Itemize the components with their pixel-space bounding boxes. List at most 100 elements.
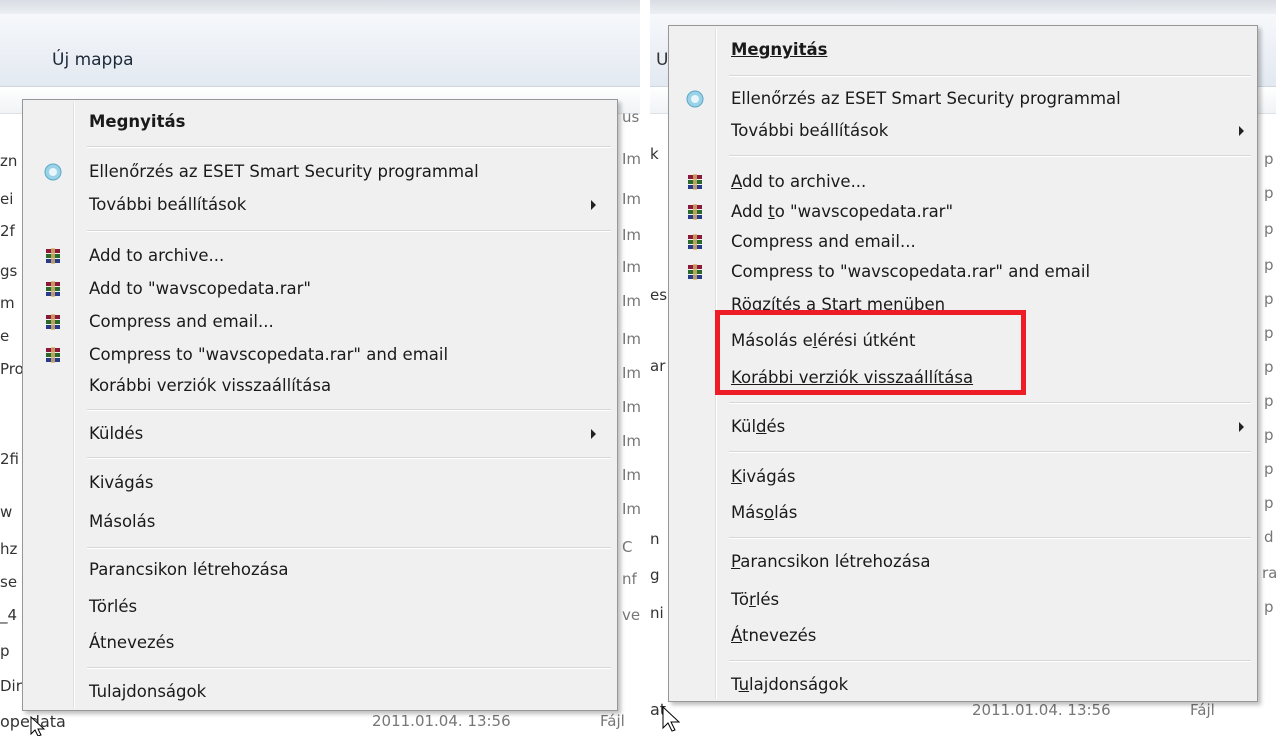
menu-item-label-part: T [731,675,739,694]
menu-item-compress-rar-email[interactable]: Compress to "wavscopedata.rar" and email [25,338,615,372]
left-explorer-toolbar: Új mappa [0,14,640,87]
context-menu: Megnyitás Ellenőrzés az ESET Smart Secur… [22,99,618,711]
menu-item-add-to-rar[interactable]: Add to "wavscopedata.rar" [671,195,1255,229]
submenu-arrow-icon [1239,126,1244,136]
menu-separator [87,409,611,411]
bg-file-fragment: p [1264,184,1274,202]
winrar-icon [43,345,63,365]
menu-item-copy[interactable]: Másolás [671,496,1255,530]
highlight-box [715,310,1026,395]
menu-separator [87,667,611,669]
bg-file-fragment: gs [0,262,18,280]
menu-item-copy[interactable]: Másolás [25,505,615,539]
bg-file-fragment: m [0,294,15,312]
menu-separator [87,547,611,549]
menu-item-more-settings[interactable]: További beállítások [25,188,615,222]
right-window-top-strip [650,0,1276,15]
menu-item-label: Átnevezés [731,626,816,645]
mnemonic-char: d [756,417,767,436]
menu-item-eset-scan[interactable]: Ellenőrzés az ESET Smart Security progra… [25,155,615,189]
bg-file-fragment: p [1264,150,1274,168]
winrar-icon [685,202,705,222]
menu-item-cut[interactable]: Kivágás [25,466,615,500]
menu-item-restore-versions[interactable]: Korábbi verziók visszaállítása [25,369,615,403]
winrar-icon [685,172,705,192]
menu-item-cut[interactable]: Kivágás [671,460,1255,494]
winrar-icon [685,232,705,252]
bg-file-fragment: nf [622,570,637,588]
menu-item-compress-email[interactable]: Compress and email... [671,225,1255,259]
menu-item-eset-scan[interactable]: Ellenőrzés az ESET Smart Security progra… [671,82,1255,116]
bg-file-fragment: p [0,642,10,660]
menu-item-label: Parancsikon létrehozása [731,552,931,571]
menu-item-label-part: Add [731,202,769,221]
menu-item-delete[interactable]: Törlés [671,583,1255,617]
right-screenshot-panel: U k es ar n g ni p p p p p p p p p p p d… [650,0,1276,736]
menu-item-delete[interactable]: Törlés [25,590,615,624]
menu-item-label: Másolás [731,503,797,522]
menu-item-more-settings[interactable]: További beállítások [671,114,1255,148]
left-window-top-strip [0,0,640,15]
menu-item-create-shortcut[interactable]: Parancsikon létrehozása [671,545,1255,579]
menu-item-label: Compress to "wavscopedata.rar" and email [89,345,449,364]
menu-separator [729,660,1251,662]
menu-item-label: Parancsikon létrehozása [89,560,289,579]
menu-item-create-shortcut[interactable]: Parancsikon létrehozása [25,553,615,587]
menu-item-send-to[interactable]: Küldés [671,410,1255,444]
menu-item-label: Add to archive... [89,246,225,265]
bg-file-date: 2011.01.04. 13:56 [972,701,1111,719]
bg-file-fragment: Im [622,292,640,310]
bg-file-fragment: Im [622,330,640,348]
menu-item-properties[interactable]: Tulajdonságok [671,668,1255,702]
menu-item-add-to-rar[interactable]: Add to "wavscopedata.rar" [25,272,615,306]
menu-item-compress-rar-email[interactable]: Compress to "wavscopedata.rar" and email [671,255,1255,289]
winrar-icon [43,312,63,332]
submenu-arrow-icon [591,429,596,439]
menu-item-label: További beállítások [731,121,889,140]
menu-item-label-rest: dd to archive... [742,172,867,191]
menu-item-rename[interactable]: Átnevezés [25,626,615,660]
bg-file-fragment: 2f [0,222,15,240]
menu-item-label-part: lajdonságok [749,675,849,694]
menu-item-label: Add to archive... [731,172,866,191]
mouse-cursor-icon [30,716,46,736]
menu-item-label: Törlés [89,597,138,616]
bg-file-fragment: p [1264,426,1274,444]
menu-separator [729,402,1251,404]
winrar-icon [685,262,705,282]
menu-item-open[interactable]: Megnyitás [671,33,1255,67]
left-screenshot-panel: Új mappa zn ei 2f gs m e Pro 2fi w hz se… [0,0,640,736]
bg-file-fragment: p [1264,220,1274,238]
menu-separator [87,457,611,459]
menu-item-label: Kivágás [731,467,795,486]
bg-file-fragment: Im [622,398,640,416]
menu-item-label: Megnyitás [89,112,186,131]
mnemonic-char: u [738,675,750,694]
menu-item-add-to-archive[interactable]: Add to archive... [671,165,1255,199]
bg-file-fragment: hz [0,540,18,558]
winrar-icon [43,246,63,266]
menu-item-label-part: Kül [731,417,757,436]
menu-item-open[interactable]: Megnyitás [25,105,615,139]
menu-item-rename[interactable]: Átnevezés [671,619,1255,653]
menu-item-label-part: Más [731,503,764,522]
menu-item-label-text: Megnyitás [731,40,828,59]
bg-file-fragment: p [1264,290,1274,308]
menu-item-add-to-archive[interactable]: Add to archive... [25,239,615,273]
menu-item-label: Törlés [731,590,779,609]
menu-item-properties[interactable]: Tulajdonságok [25,675,615,709]
menu-item-label-rest: tnevezés [742,626,817,645]
bg-file-fragment: p [1264,392,1274,410]
menu-separator [87,230,611,232]
new-folder-button[interactable]: Új mappa [52,50,134,70]
menu-item-label: Compress to "wavscopedata.rar" and email [731,262,1091,281]
menu-item-label-rest: arancsikon létrehozása [740,552,931,571]
menu-item-send-to[interactable]: Küldés [25,417,615,451]
mouse-cursor-icon [662,706,681,732]
bg-file-fragment: ve [622,606,640,624]
mnemonic-char: r [749,590,756,609]
bg-file-fragment: _4 [0,606,18,624]
bg-file-fragment: ei [0,190,14,208]
menu-item-compress-email[interactable]: Compress and email... [25,305,615,339]
bg-file-fragment: 2fi [0,450,19,468]
